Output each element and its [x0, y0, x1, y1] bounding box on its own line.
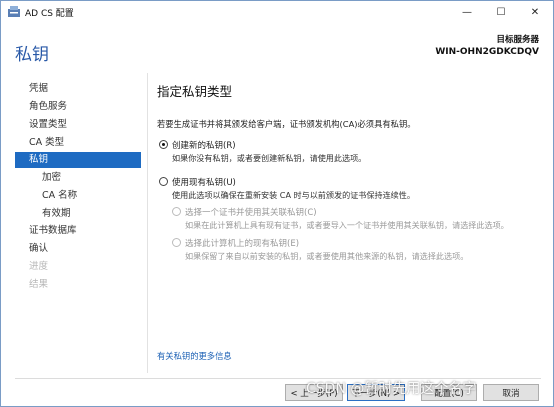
more-info-link[interactable]: 有关私钥的更多信息	[157, 350, 232, 362]
target-server-name: WIN-OHN2GDKCDQV	[435, 47, 539, 57]
select-existing-key-description: 如果保留了来自以前安装的私钥，或者要使用其他来源的私钥，请选择此选项。	[185, 251, 469, 261]
configure-button[interactable]: 配置(C)	[421, 384, 477, 401]
nav-item-role-services[interactable]: 角色服务	[15, 99, 141, 115]
select-existing-key-label[interactable]: 选择此计算机上的现有私钥(E)	[185, 237, 299, 249]
nav-item-private-key[interactable]: 私钥	[15, 152, 141, 168]
create-new-key-description: 如果你没有私钥，或者要创建新私钥，请使用此选项。	[172, 153, 367, 163]
close-button[interactable]: ✕	[518, 1, 552, 23]
section-title: 指定私钥类型	[157, 84, 233, 99]
target-server-label: 目标服务器	[496, 35, 539, 45]
use-existing-key-radio[interactable]	[159, 177, 168, 186]
maximize-button[interactable]: ☐	[484, 1, 518, 23]
minimize-button[interactable]: —	[450, 1, 484, 23]
nav-item-validity[interactable]: 有效期	[15, 206, 141, 222]
title-bar: AD CS 配置 — ☐ ✕	[1, 1, 553, 23]
nav-item-results: 结果	[29, 279, 49, 290]
select-cert-description: 如果在此计算机上具有现有证书，或者要导入一个证书并使用其关联私钥，请选择此选项。	[185, 220, 509, 230]
window-title: AD CS 配置	[25, 9, 74, 19]
nav-item-cryptography[interactable]: 加密	[15, 170, 141, 186]
create-new-key-label[interactable]: 创建新的私钥(R)	[172, 139, 236, 151]
select-existing-key-radio[interactable]	[172, 238, 181, 247]
next-button[interactable]: 下一步(N) >	[347, 384, 405, 401]
nav-item-ca-type[interactable]: CA 类型	[15, 135, 141, 151]
nav-item-progress: 进度	[29, 261, 49, 272]
page-title: 私钥	[15, 45, 49, 65]
use-existing-key-label[interactable]: 使用现有私钥(U)	[172, 176, 236, 188]
create-new-key-radio[interactable]	[159, 140, 168, 149]
previous-button[interactable]: < 上一步(P)	[285, 384, 343, 401]
nav-item-setup-type[interactable]: 设置类型	[15, 117, 141, 133]
use-existing-key-description: 使用此选项以确保在重新安装 CA 时与以前颁发的证书保持连续性。	[172, 190, 415, 200]
select-cert-label[interactable]: 选择一个证书并使用其关联私钥(C)	[185, 206, 317, 218]
server-manager-icon	[8, 6, 20, 17]
cancel-button[interactable]: 取消	[483, 384, 539, 401]
nav-item-credentials[interactable]: 凭据	[15, 81, 141, 97]
nav-item-confirmation[interactable]: 确认	[15, 241, 141, 257]
nav-item-cert-database[interactable]: 证书数据库	[15, 223, 141, 239]
nav-item-ca-name[interactable]: CA 名称	[15, 188, 141, 204]
page-header: 私钥 目标服务器 WIN-OHN2GDKCDQV	[1, 23, 553, 73]
content-pane: 指定私钥类型 若要生成证书并将其颁发给客户端，证书颁发机构(CA)必须具有私钥。…	[147, 73, 541, 373]
footer-divider	[15, 378, 541, 379]
select-cert-radio[interactable]	[172, 207, 181, 216]
ad-cs-config-window: AD CS 配置 — ☐ ✕ 私钥 目标服务器 WIN-OHN2GDKCDQV …	[0, 0, 554, 407]
intro-text: 若要生成证书并将其颁发给客户端，证书颁发机构(CA)必须具有私钥。	[157, 119, 416, 129]
